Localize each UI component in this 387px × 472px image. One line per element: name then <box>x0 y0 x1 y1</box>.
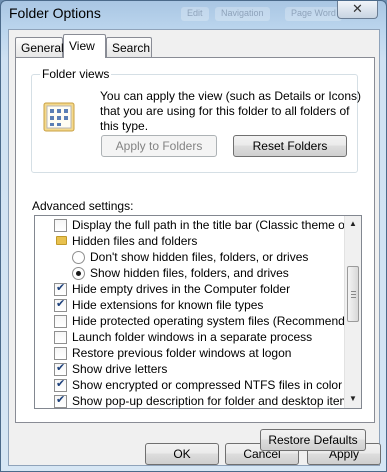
tab-search[interactable]: Search <box>106 37 152 57</box>
option-label: Show encrypted or compressed NTFS files … <box>72 378 343 392</box>
folder-views-icon <box>43 102 75 132</box>
restore-defaults-button[interactable]: Restore Defaults <box>260 429 366 451</box>
option-label: Hide empty drives in the Computer folder <box>72 282 291 296</box>
window-title: Folder Options <box>9 5 101 21</box>
option-label: Hidden files and folders <box>72 234 198 248</box>
scroll-down-icon[interactable]: ▼ <box>349 394 357 403</box>
option-label: Restore previous folder windows at logon <box>72 346 292 360</box>
checkbox[interactable] <box>54 347 67 360</box>
background-hint: Page Word <box>285 7 342 21</box>
checkbox[interactable] <box>54 331 67 344</box>
option-label: Display the full path in the title bar (… <box>72 218 362 232</box>
radio-button-selected[interactable] <box>72 267 85 280</box>
vertical-scrollbar[interactable]: ▲ ▼ <box>344 216 361 408</box>
tab-label: General <box>21 41 64 55</box>
scroll-up-icon[interactable]: ▲ <box>349 219 357 228</box>
folder-views-description: You can apply the view (such as Details … <box>100 89 362 133</box>
scrollbar-thumb[interactable] <box>347 266 359 322</box>
checkbox[interactable] <box>54 315 67 328</box>
view-tab-panel: Folder views You can apply the view (suc… <box>15 57 375 451</box>
tab-label: View <box>69 39 95 53</box>
grip-line <box>351 297 356 298</box>
radio-button[interactable] <box>72 251 85 264</box>
option-label: Hide protected operating system files (R… <box>72 314 362 328</box>
option-label: Don't show hidden files, folders, or dri… <box>90 250 309 264</box>
grip-line <box>351 294 356 295</box>
apply-to-folders-button[interactable]: Apply to Folders <box>101 135 217 157</box>
checkbox-checked[interactable] <box>54 393 67 408</box>
option-label: Show drive letters <box>72 362 168 376</box>
option-label: Show hidden files, folders, and drives <box>90 266 289 280</box>
checkbox-checked[interactable] <box>54 281 67 296</box>
folder-icon <box>56 236 67 245</box>
tab-view[interactable]: View <box>63 34 106 58</box>
folder-views-group: Folder views You can apply the view (suc… <box>31 67 361 173</box>
title-bar[interactable]: Folder Options Edit Navigation Page Word… <box>1 1 386 29</box>
ok-button[interactable]: OK <box>145 443 219 465</box>
option-label: Launch folder windows in a separate proc… <box>72 330 313 344</box>
background-hint: Navigation <box>215 7 270 21</box>
dialog-body: General View Search Folder views You can… <box>8 29 381 466</box>
close-button[interactable]: ✕ <box>337 1 378 19</box>
reset-folders-button[interactable]: Reset Folders <box>233 135 347 157</box>
checkbox-checked[interactable] <box>54 361 67 376</box>
background-hint: Edit <box>181 7 209 21</box>
close-icon: ✕ <box>352 1 363 16</box>
grip-line <box>351 291 356 292</box>
advanced-settings-list[interactable]: Display the full path in the title bar (… <box>34 215 362 409</box>
folder-options-window: Folder Options Edit Navigation Page Word… <box>0 0 387 472</box>
option-label: Show pop-up description for folder and d… <box>72 394 356 408</box>
tab-general[interactable]: General <box>15 37 64 57</box>
checkbox-checked[interactable] <box>54 297 67 312</box>
checkbox[interactable] <box>54 219 67 232</box>
folder-views-legend: Folder views <box>40 67 112 81</box>
checkbox-checked[interactable] <box>54 377 67 392</box>
advanced-settings-label: Advanced settings: <box>32 199 134 213</box>
tab-label: Search <box>112 41 151 55</box>
option-label: Hide extensions for known file types <box>72 298 264 312</box>
